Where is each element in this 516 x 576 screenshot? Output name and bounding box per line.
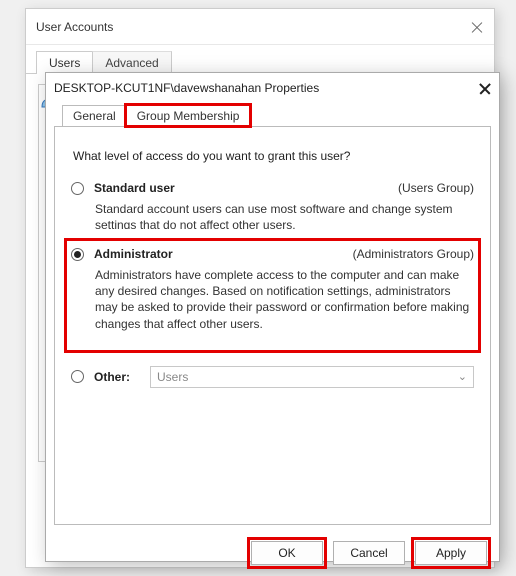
ok-button[interactable]: OK bbox=[251, 541, 323, 565]
chevron-down-icon: ⌄ bbox=[458, 370, 467, 383]
radio-standard[interactable] bbox=[71, 182, 84, 195]
properties-window: DESKTOP-KCUT1NF\davewshanahan Properties… bbox=[45, 72, 500, 562]
option-standard[interactable]: Standard user (Users Group) Standard acc… bbox=[71, 181, 474, 229]
group-membership-panel: What level of access do you want to gran… bbox=[54, 127, 491, 525]
outer-titlebar: User Accounts bbox=[26, 9, 494, 45]
other-label: Other: bbox=[94, 370, 140, 384]
outer-tabs: Users Advanced bbox=[36, 51, 494, 74]
other-select-value: Users bbox=[157, 370, 188, 384]
standard-group: (Users Group) bbox=[398, 181, 474, 195]
option-administrator[interactable]: Administrator (Administrators Group) Adm… bbox=[69, 243, 476, 348]
outer-title: User Accounts bbox=[36, 20, 113, 34]
standard-label: Standard user bbox=[94, 181, 175, 195]
radio-other[interactable] bbox=[71, 370, 84, 383]
dialog-buttons: OK Cancel Apply bbox=[46, 533, 499, 575]
other-select[interactable]: Users ⌄ bbox=[150, 366, 474, 388]
cancel-button[interactable]: Cancel bbox=[333, 541, 405, 565]
inner-title: DESKTOP-KCUT1NF\davewshanahan Properties bbox=[54, 81, 319, 95]
access-prompt: What level of access do you want to gran… bbox=[73, 149, 472, 163]
option-other[interactable]: Other: Users ⌄ bbox=[71, 366, 474, 388]
tab-group-membership[interactable]: Group Membership bbox=[126, 105, 251, 126]
tab-users[interactable]: Users bbox=[36, 51, 93, 74]
standard-desc: Standard account users can use most soft… bbox=[95, 201, 474, 229]
tab-advanced[interactable]: Advanced bbox=[92, 51, 171, 74]
inner-titlebar: DESKTOP-KCUT1NF\davewshanahan Properties bbox=[46, 73, 499, 103]
admin-label: Administrator bbox=[94, 247, 173, 261]
inner-tabs: General Group Membership bbox=[62, 105, 491, 126]
close-icon[interactable] bbox=[470, 20, 484, 34]
admin-desc: Administrators have complete access to t… bbox=[95, 267, 474, 332]
admin-group: (Administrators Group) bbox=[353, 247, 474, 261]
close-icon[interactable] bbox=[479, 82, 491, 94]
radio-administrator[interactable] bbox=[71, 248, 84, 261]
apply-button[interactable]: Apply bbox=[415, 541, 487, 565]
tab-general[interactable]: General bbox=[62, 105, 127, 126]
